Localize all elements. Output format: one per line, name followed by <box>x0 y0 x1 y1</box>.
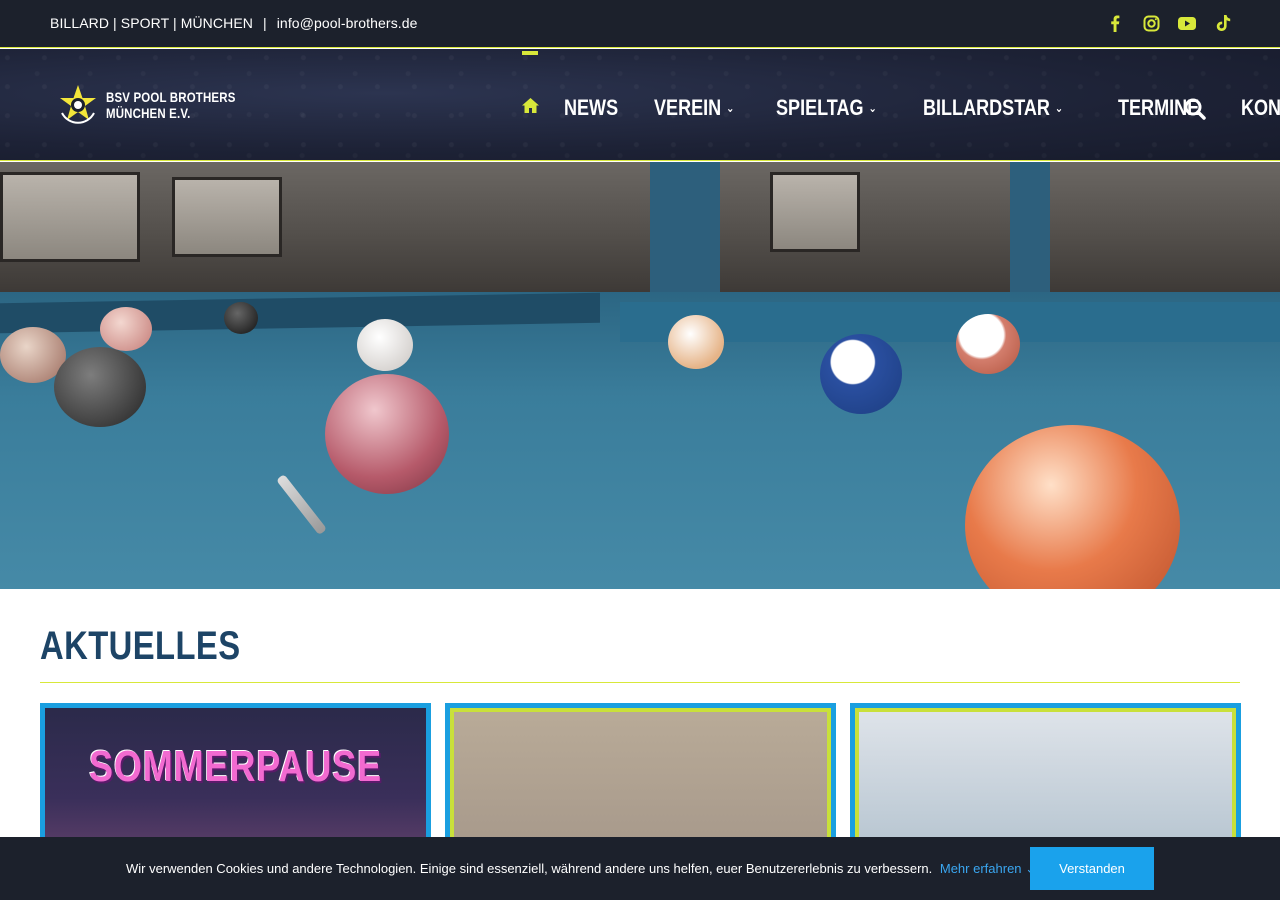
cookie-banner: Wir verwenden Cookies und andere Technol… <box>0 837 1280 900</box>
topbar-email-link[interactable]: info@pool-brothers.de <box>277 15 418 31</box>
youtube-icon[interactable] <box>1178 14 1196 32</box>
star-logo-icon <box>60 85 96 124</box>
nav-item-spieltag[interactable]: SPIELTAG ⌄ <box>776 95 877 121</box>
tiktok-icon[interactable] <box>1214 14 1232 32</box>
topbar-tagline: BILLARD | SPORT | MÜNCHEN <box>50 15 253 31</box>
cookie-more-link[interactable]: Mehr erfahren ⌄ <box>940 861 1036 876</box>
nav-item-verein[interactable]: VEREIN ⌄ <box>654 95 734 121</box>
hero-image <box>0 162 1280 589</box>
card-frame <box>450 708 831 858</box>
pool-ball <box>820 334 902 414</box>
topbar-info: BILLARD | SPORT | MÜNCHEN | info@pool-br… <box>50 15 418 31</box>
cookie-link-label: Mehr erfahren <box>939 861 1022 876</box>
instagram-icon[interactable] <box>1142 14 1160 32</box>
site-logo[interactable]: BSV POOL BROTHERS MÜNCHEN E.V. <box>56 83 264 127</box>
nav-item-billardstar[interactable]: BILLARDSTAR ⌄ <box>923 95 1063 121</box>
main-nav: NEWS VEREIN ⌄ SPIELTAG ⌄ BILLARDSTAR ⌄ TERM… <box>522 51 1280 121</box>
pool-ball <box>956 314 1020 374</box>
pool-ball <box>325 374 449 494</box>
nav-item-home[interactable] <box>522 51 540 118</box>
card-frame <box>855 708 1236 858</box>
hero-window <box>0 172 140 262</box>
chevron-down-icon: ⌄ <box>1054 101 1063 115</box>
hero-window <box>172 177 282 257</box>
topbar-separator: | <box>262 15 267 31</box>
nav-label: BILLARDSTAR <box>922 95 1050 120</box>
nav-item-news[interactable]: NEWS <box>564 95 618 121</box>
card-image-title: SOMMERPAUSE <box>88 742 382 791</box>
hero-window <box>770 172 860 252</box>
nav-label: KONTAKT <box>1240 95 1280 120</box>
cookie-message: Wir verwenden Cookies und andere Technol… <box>126 861 1036 877</box>
nav-label: VEREIN <box>654 95 722 120</box>
chevron-down-icon: ⌄ <box>726 101 735 115</box>
nav-label: SPIELTAG <box>775 95 864 120</box>
facebook-icon[interactable] <box>1106 14 1124 32</box>
chevron-down-icon: ⌄ <box>868 101 877 115</box>
pool-ball <box>224 302 258 334</box>
nav-item-kontakt[interactable]: KONTAKT <box>1241 95 1280 121</box>
nav-label: NEWS <box>564 95 619 120</box>
hero-pillar <box>1010 162 1050 312</box>
section-divider <box>40 682 1240 683</box>
top-bar: BILLARD | SPORT | MÜNCHEN | info@pool-br… <box>0 0 1280 48</box>
section-title: AKTUELLES <box>40 624 241 668</box>
social-links <box>1106 14 1232 32</box>
active-indicator <box>522 51 538 55</box>
logo-text: BSV POOL BROTHERS MÜNCHEN E.V. <box>106 89 236 121</box>
logo-line-2: MÜNCHEN E.V. <box>106 105 191 121</box>
cookie-text: Wir verwenden Cookies und andere Technol… <box>126 861 933 876</box>
pool-ball <box>668 315 724 369</box>
pool-ball <box>357 319 413 371</box>
search-icon[interactable] <box>1184 98 1206 120</box>
hero-pillar <box>650 162 720 312</box>
cookie-accept-button[interactable]: Verstanden <box>1030 847 1154 890</box>
pool-ball <box>54 347 146 427</box>
site-header: BSV POOL BROTHERS MÜNCHEN E.V. NEWS VERE… <box>0 49 1280 161</box>
home-icon <box>522 98 539 113</box>
pool-ball <box>100 307 152 351</box>
logo-line-1: BSV POOL BROTHERS <box>106 89 236 105</box>
